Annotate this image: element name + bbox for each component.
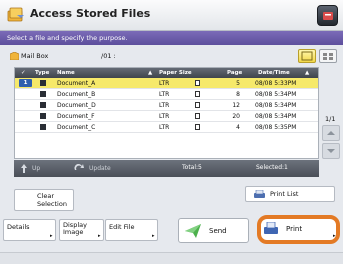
- row-page: 5: [236, 80, 240, 87]
- update-label: Update: [89, 165, 111, 172]
- row-page: 20: [232, 113, 240, 120]
- up-button[interactable]: Up: [16, 161, 64, 176]
- paper-icon: [195, 124, 200, 130]
- up-arrow-icon: [21, 164, 27, 173]
- edit-file-button[interactable]: Edit File ▸: [105, 219, 158, 241]
- thumbnail-view-button[interactable]: [319, 49, 337, 63]
- clear-selection-button[interactable]: Clear Selection: [14, 189, 74, 211]
- print-label: Print: [286, 225, 303, 233]
- scroll-down-button[interactable]: [322, 143, 340, 159]
- printer-icon: [254, 190, 265, 198]
- paper-icon: [195, 102, 200, 108]
- display-image-label: Display Image: [63, 221, 87, 236]
- list-view-icon: [301, 51, 313, 61]
- row-page: 4: [236, 124, 240, 131]
- submenu-arrow-icon: ▸: [152, 233, 155, 239]
- row-name: Document_B: [57, 91, 96, 98]
- sort-arrow-icon: ▲: [148, 70, 153, 76]
- row-datetime: 08/08 5:34PM: [255, 102, 297, 109]
- total-count: Total:5: [182, 164, 202, 171]
- row-name: Document_F: [57, 113, 95, 120]
- column-check[interactable]: ✓: [21, 70, 26, 76]
- help-button[interactable]: [317, 5, 338, 26]
- selected-count: Selected:1: [256, 164, 288, 171]
- column-page[interactable]: Page: [227, 70, 242, 76]
- send-label: Send: [209, 227, 227, 235]
- print-list-button[interactable]: Print List: [245, 186, 335, 202]
- print-list-label: Print List: [270, 190, 299, 198]
- table-row[interactable]: Document_B LTR 8 08/08 5:34PM: [15, 89, 318, 100]
- row-paper: LTR: [159, 113, 170, 120]
- paper-icon: [195, 113, 200, 119]
- update-button[interactable]: Update: [69, 161, 129, 176]
- status-footer: [0, 252, 343, 264]
- mailbox-bar: Mail Box /01 :: [3, 47, 340, 65]
- send-button[interactable]: Send: [178, 218, 249, 243]
- row-page: 12: [232, 102, 240, 109]
- row-name: Document_C: [57, 124, 96, 131]
- column-type[interactable]: Type: [35, 70, 49, 76]
- details-button[interactable]: Details ▸: [3, 219, 56, 241]
- submenu-arrow-icon: ▸: [50, 233, 53, 239]
- thumbnail-view-icon: [323, 53, 333, 60]
- help-icon: [323, 12, 333, 20]
- edit-file-label: Edit File: [109, 223, 135, 231]
- column-name[interactable]: Name: [57, 70, 75, 76]
- table-header: ✓ Type Name ▲ Paper Size Page Date/Time …: [15, 68, 318, 78]
- row-paper: LTR: [159, 124, 170, 131]
- document-icon: [40, 124, 46, 130]
- details-label: Details: [7, 223, 30, 231]
- page-title: Access Stored Files: [30, 7, 151, 20]
- scroll-up-button[interactable]: [322, 125, 340, 141]
- row-paper: LTR: [159, 102, 170, 109]
- clear-selection-label: Clear Selection: [37, 192, 67, 208]
- file-table: ✓ Type Name ▲ Paper Size Page Date/Time …: [14, 67, 319, 159]
- submenu-arrow-icon: ▸: [98, 233, 101, 239]
- column-paper-size[interactable]: Paper Size: [159, 70, 192, 76]
- row-page: 8: [236, 91, 240, 98]
- row-datetime: 08/08 5:33PM: [255, 80, 297, 87]
- mailbox-path: /01 :: [101, 52, 116, 60]
- send-icon: [185, 224, 201, 238]
- row-datetime: 08/08 5:34PM: [255, 91, 297, 98]
- chevron-up-icon: [327, 131, 335, 135]
- list-view-button[interactable]: [298, 49, 316, 63]
- row-datetime: 08/08 5:35PM: [255, 124, 297, 131]
- folder-stack-icon: [7, 7, 24, 22]
- submenu-arrow-icon: ▸: [333, 233, 336, 239]
- mailbox-label: Mail Box: [21, 52, 49, 60]
- table-toolbar: Up Update Total:5 Selected:1: [14, 160, 319, 177]
- sort-arrow-icon: ▲: [305, 70, 310, 76]
- table-row[interactable]: 1 Document_A LTR 5 08/08 5:33PM: [15, 78, 318, 89]
- instruction-bar: Select a file and specify the purpose.: [0, 31, 343, 45]
- display-image-button[interactable]: Display Image ▸: [59, 219, 104, 241]
- row-paper: LTR: [159, 80, 170, 87]
- document-icon: [40, 91, 46, 97]
- paper-icon: [195, 91, 200, 97]
- page-indicator: 1/1: [325, 115, 336, 123]
- column-datetime[interactable]: Date/Time: [258, 70, 290, 76]
- chevron-down-icon: [327, 149, 335, 153]
- table-row[interactable]: Document_F LTR 20 08/08 5:34PM: [15, 111, 318, 122]
- selection-number-icon: 1: [19, 79, 32, 87]
- row-datetime: 08/08 5:34PM: [255, 113, 297, 120]
- mailbox-icon: [10, 52, 19, 60]
- table-row[interactable]: Document_D LTR 12 08/08 5:34PM: [15, 100, 318, 111]
- row-name: Document_D: [57, 102, 96, 109]
- print-icon: [264, 222, 278, 234]
- refresh-icon: [74, 164, 84, 170]
- row-name: Document_A: [57, 80, 96, 87]
- table-row[interactable]: Document_C LTR 4 08/08 5:35PM: [15, 122, 318, 133]
- print-button[interactable]: Print ▸: [257, 215, 340, 244]
- document-icon: [40, 113, 46, 119]
- title-bar: Access Stored Files: [0, 0, 343, 31]
- row-paper: LTR: [159, 91, 170, 98]
- up-label: Up: [32, 165, 41, 172]
- document-icon: [40, 102, 46, 108]
- document-icon: [40, 80, 46, 86]
- paper-icon: [195, 80, 200, 86]
